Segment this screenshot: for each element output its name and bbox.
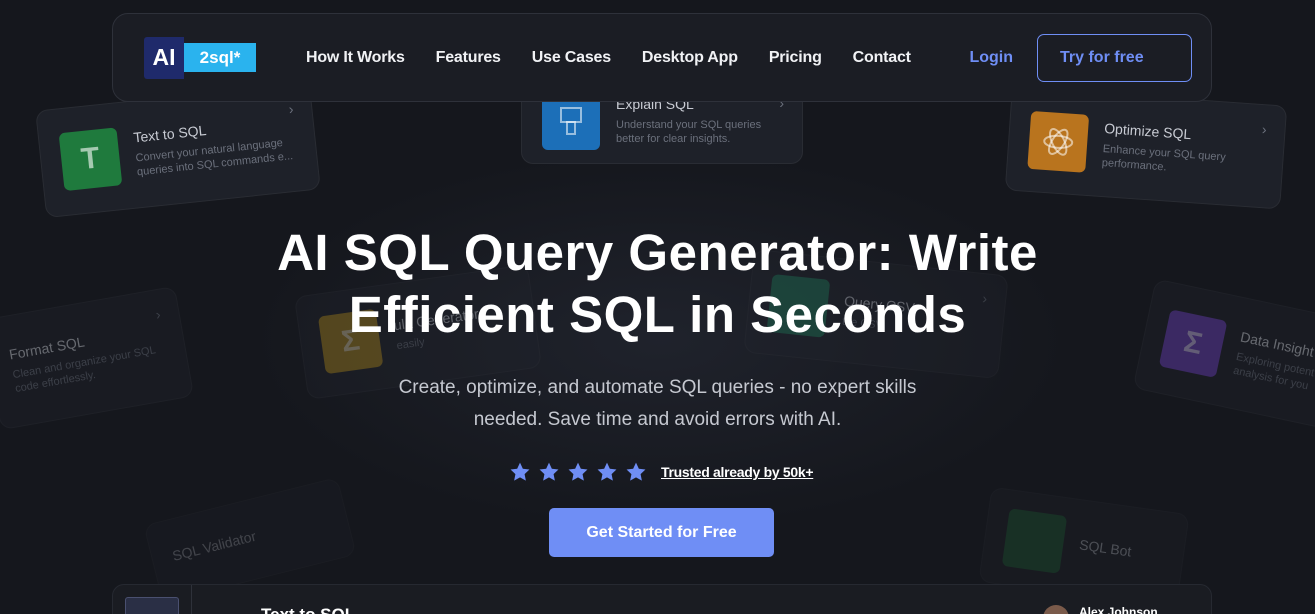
- nav-link-pricing[interactable]: Pricing: [769, 49, 822, 67]
- hero-title: AI SQL Query Generator: Write Efficient …: [0, 222, 1315, 346]
- bg-card-text-to-sql: T Text to SQL Convert your natural langu…: [35, 81, 321, 219]
- hero-subtitle: Create, optimize, and automate SQL queri…: [0, 372, 1315, 436]
- preview-user-name: Alex Johnson: [1079, 605, 1158, 614]
- text-icon: T: [58, 127, 123, 192]
- hero-title-line-2: Efficient SQL in Seconds: [348, 286, 967, 343]
- chevron-right-icon: ›: [1261, 121, 1268, 138]
- hero-subtitle-line-1: Create, optimize, and automate SQL queri…: [398, 377, 917, 398]
- bg-card-optimize-sql: Optimize SQL Enhance your SQL query perf…: [1004, 86, 1288, 210]
- try-for-free-button[interactable]: Try for free: [1037, 33, 1192, 82]
- app-preview-panel: ← Text to SQL Alex Johnson: [112, 584, 1212, 614]
- hero-subtitle-line-2: needed. Save time and avoid errors with …: [473, 409, 842, 430]
- preview-divider: [191, 585, 192, 614]
- star-icon: [568, 462, 588, 481]
- bg-card-desc: Understand your SQL queries better for c…: [616, 119, 762, 145]
- nav-link-how-it-works[interactable]: How It Works: [306, 49, 405, 67]
- star-icon: [510, 462, 530, 481]
- bot-icon: [1001, 508, 1068, 574]
- login-link[interactable]: Login: [969, 49, 1013, 67]
- preview-thumbnail: [125, 597, 179, 614]
- trust-rating: Trusted already by 50k+: [509, 461, 814, 483]
- logo-ai-mark: AI: [144, 36, 184, 79]
- bg-card-title: SQL Validator: [170, 527, 258, 564]
- navbar: AI 2sql* How It Works Features Use Cases…: [112, 13, 1212, 102]
- chevron-right-icon: ›: [287, 100, 295, 118]
- nav-link-desktop-app[interactable]: Desktop App: [642, 49, 738, 67]
- star-rating: [509, 461, 647, 483]
- hero-title-line-1: AI SQL Query Generator: Write: [277, 224, 1038, 281]
- avatar: [1043, 605, 1069, 614]
- get-started-button[interactable]: Get Started for Free: [549, 508, 774, 557]
- atom-icon: [1027, 110, 1090, 173]
- star-icon: [539, 462, 559, 481]
- back-arrow-icon[interactable]: ←: [217, 605, 235, 614]
- logo[interactable]: AI 2sql*: [144, 36, 256, 79]
- preview-title: Text to SQL: [261, 605, 355, 614]
- nav-actions: Login Try for free: [969, 33, 1192, 82]
- nav-link-contact[interactable]: Contact: [853, 49, 911, 67]
- logo-2sql-mark: 2sql*: [184, 43, 256, 72]
- star-icon: [597, 462, 617, 481]
- bg-card-title: SQL Bot: [1078, 536, 1133, 560]
- nav-links: How It Works Features Use Cases Desktop …: [306, 49, 911, 67]
- nav-link-features[interactable]: Features: [436, 49, 501, 67]
- nav-link-use-cases[interactable]: Use Cases: [532, 49, 611, 67]
- bg-card-desc: Enhance your SQL query performance.: [1101, 143, 1227, 174]
- trusted-link[interactable]: Trusted already by 50k+: [661, 464, 814, 480]
- star-icon: [626, 462, 646, 481]
